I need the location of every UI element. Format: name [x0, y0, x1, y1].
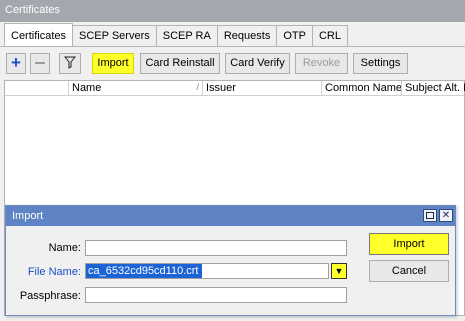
passphrase-field[interactable]	[85, 287, 347, 303]
name-field[interactable]	[85, 240, 347, 256]
file-name-field[interactable]: ca_6532cd95cd110.crt	[85, 263, 329, 279]
table-header: Name / Issuer Common Name Subject Alt. N	[5, 81, 465, 96]
tab-divider	[0, 46, 465, 47]
tab-crl[interactable]: CRL	[311, 25, 348, 46]
import-dialog: Import ✕ Name: File Name: ca_6532cd95cd1…	[5, 205, 456, 316]
maximize-button[interactable]	[423, 209, 437, 222]
dialog-import-button[interactable]: Import	[369, 233, 449, 255]
settings-button[interactable]: Settings	[353, 53, 408, 74]
add-button[interactable]: +	[6, 53, 26, 74]
tab-certificates[interactable]: Certificates	[4, 23, 74, 46]
column-header-issuer[interactable]: Issuer	[203, 81, 322, 96]
close-icon: ✕	[441, 210, 451, 221]
column-header-name-label: Name	[72, 82, 102, 94]
file-name-dropdown-button[interactable]: ▼	[331, 263, 347, 279]
import-button[interactable]: Import	[92, 53, 134, 74]
dialog-cancel-button[interactable]: Cancel	[369, 260, 449, 282]
tab-bar: Certificates SCEP Servers SCEP RA Reques…	[4, 23, 348, 47]
file-name-value: ca_6532cd95cd110.crt	[86, 264, 202, 278]
revoke-button[interactable]: Revoke	[295, 53, 348, 74]
column-header-flags[interactable]	[5, 81, 69, 96]
minus-icon	[35, 62, 45, 64]
tab-scep-ra[interactable]: SCEP RA	[155, 25, 218, 46]
column-header-name[interactable]: Name /	[69, 81, 203, 96]
card-verify-button[interactable]: Card Verify	[225, 53, 290, 74]
filter-button[interactable]	[59, 53, 81, 74]
window-title: Certificates	[0, 0, 465, 22]
column-header-subject-alt-name[interactable]: Subject Alt. N	[402, 81, 465, 96]
file-name-label: File Name:	[27, 266, 81, 278]
column-header-common-name[interactable]: Common Name	[322, 81, 402, 96]
sort-indicator-icon: /	[196, 82, 199, 92]
dropdown-arrow-icon: ▼	[334, 266, 344, 276]
passphrase-label: Passphrase:	[19, 290, 81, 302]
close-button[interactable]: ✕	[439, 209, 453, 222]
plus-icon: +	[11, 53, 21, 72]
toolbar: + Import Card Reinstall Card Verify Revo…	[0, 49, 465, 79]
filter-funnel-icon	[63, 56, 77, 69]
name-label: Name:	[48, 242, 81, 254]
maximize-icon	[426, 212, 434, 219]
tab-otp[interactable]: OTP	[276, 25, 313, 46]
remove-button[interactable]	[30, 53, 50, 74]
import-dialog-title: Import	[6, 206, 455, 226]
tab-requests[interactable]: Requests	[216, 25, 278, 46]
card-reinstall-button[interactable]: Card Reinstall	[140, 53, 220, 74]
tab-scep-servers[interactable]: SCEP Servers	[72, 25, 157, 46]
